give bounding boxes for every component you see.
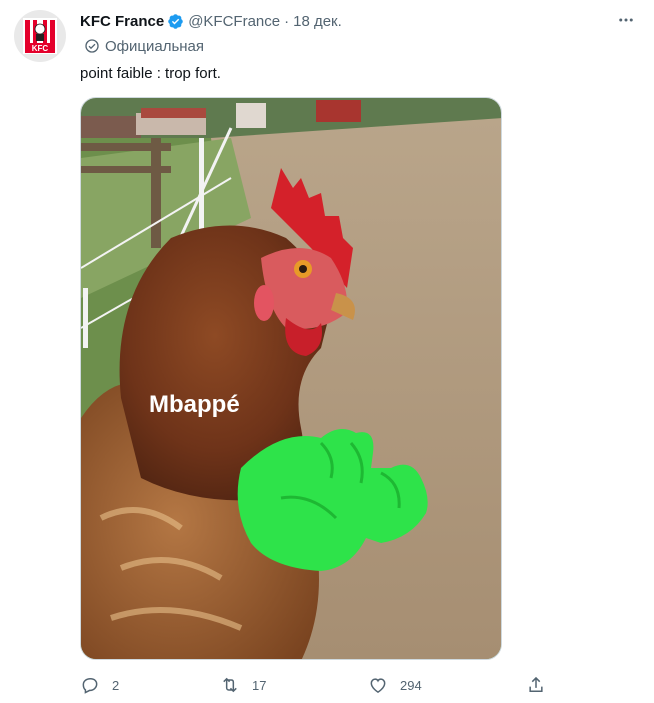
like-count: 294: [400, 677, 422, 693]
media-caption: Mbappé: [149, 391, 240, 418]
author-handle[interactable]: @KFCFrance: [188, 13, 280, 30]
official-badge-icon: [85, 39, 99, 53]
like-icon: [370, 678, 386, 693]
tweet-date[interactable]: 18 дек.: [293, 13, 342, 30]
kfc-logo: KFC: [23, 18, 57, 54]
tweet-card[interactable]: KFC KFC France @KFCFrance · 18 дек. Офиц…: [0, 0, 654, 703]
share-button[interactable]: [526, 672, 546, 698]
official-label-text: Официальная: [105, 37, 205, 55]
more-icon: [619, 18, 633, 22]
avatar[interactable]: KFC: [14, 10, 66, 62]
more-button[interactable]: [612, 8, 640, 32]
svg-text:KFC: KFC: [32, 44, 49, 53]
share-icon: [529, 676, 543, 692]
retweet-icon: [223, 677, 237, 693]
reply-count: 2: [112, 677, 120, 693]
retweet-count: 17: [252, 677, 267, 693]
reply-button[interactable]: 2: [80, 672, 119, 698]
tweet-media-image[interactable]: Mbappé: [80, 97, 502, 660]
tweet-text: point faible : trop fort.: [80, 65, 221, 82]
official-label: Официальная: [84, 37, 204, 55]
tweet-header: KFC France @KFCFrance · 18 дек.: [80, 10, 342, 32]
tweet-actions: 2 17 294: [80, 672, 550, 698]
retweet-button[interactable]: 17: [220, 672, 266, 698]
display-name[interactable]: KFC France: [80, 13, 164, 30]
verified-badge-icon: [168, 13, 183, 29]
reply-icon: [82, 677, 98, 694]
separator-dot: ·: [284, 12, 290, 30]
like-button[interactable]: 294: [368, 672, 422, 698]
chicken-photo: Mbappé: [81, 98, 501, 659]
